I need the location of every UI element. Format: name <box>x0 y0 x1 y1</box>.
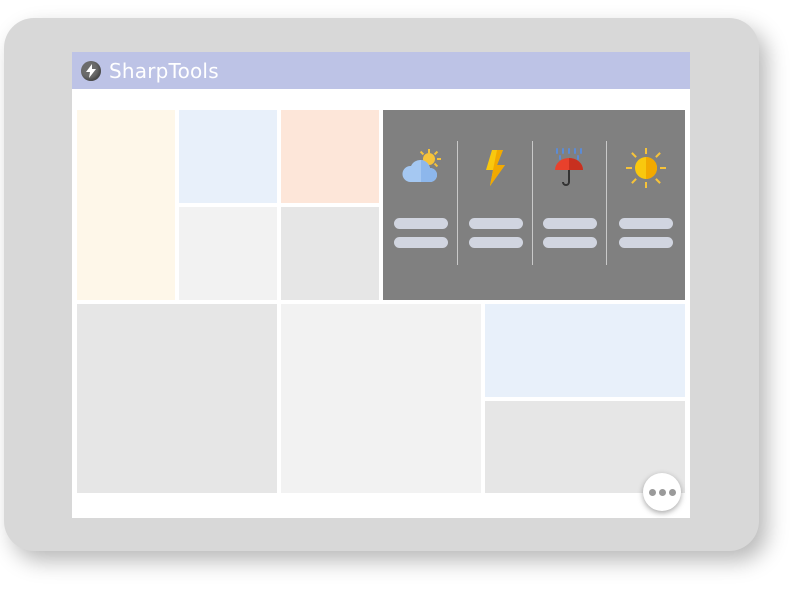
forecast-line <box>619 237 673 248</box>
forecast-line <box>543 218 597 229</box>
forecast-line <box>393 218 448 229</box>
app-header: SharpTools <box>72 52 690 89</box>
sharptools-logo-icon <box>81 60 101 81</box>
forecast-line <box>619 218 673 229</box>
sun-icon <box>626 148 666 188</box>
app-title: SharpTools <box>109 58 219 83</box>
tile-gray-mid[interactable] <box>281 207 379 300</box>
lightning-icon <box>485 150 505 186</box>
tile-light-large[interactable] <box>281 304 481 493</box>
dashboard-screen: SharpTools <box>72 52 690 518</box>
rain-umbrella-icon <box>555 148 583 186</box>
forecast-line <box>393 237 448 248</box>
tile-light-mid[interactable] <box>179 207 277 300</box>
more-dots-icon <box>648 488 656 496</box>
weather-day-2 <box>458 110 533 300</box>
forecast-line <box>543 237 597 248</box>
more-dots-icon <box>668 488 676 496</box>
tile-blue-right[interactable] <box>485 304 685 397</box>
weather-day-1 <box>383 110 458 300</box>
weather-day-3 <box>533 110 607 300</box>
partly-cloudy-icon <box>401 149 441 182</box>
tile-gray-large[interactable] <box>77 304 277 493</box>
more-dots-icon <box>658 488 666 496</box>
tile-peach[interactable] <box>281 110 379 203</box>
forecast-line <box>468 237 523 248</box>
weather-forecast-tile[interactable] <box>383 110 685 300</box>
forecast-line <box>468 218 523 229</box>
tile-blue-top[interactable] <box>179 110 277 203</box>
tile-cream[interactable] <box>77 110 175 300</box>
weather-day-4 <box>607 110 685 300</box>
more-options-button[interactable] <box>643 473 681 511</box>
